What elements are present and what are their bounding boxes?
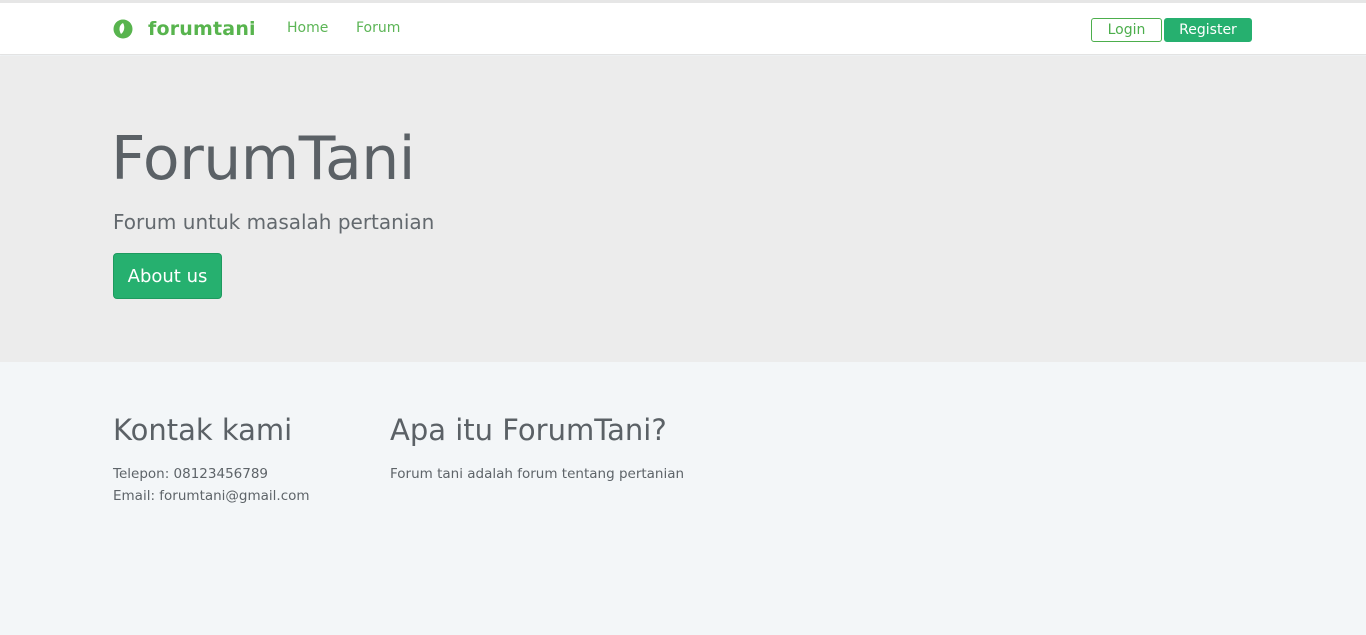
contact-email: Email: forumtani@gmail.com: [113, 488, 310, 504]
brand-name: forumtani: [148, 18, 256, 40]
contact-heading: Kontak kami: [113, 413, 293, 447]
nav-link-home[interactable]: Home: [287, 20, 328, 36]
navbar: forumtani Home Forum Login Register: [0, 3, 1366, 55]
contact-phone: Telepon: 08123456789: [113, 466, 269, 482]
about-us-button[interactable]: About us: [113, 253, 222, 299]
hero-title: ForumTani: [111, 124, 415, 194]
leaf-logo-icon: [113, 19, 133, 39]
about-section: Apa itu ForumTani? Forum tani adalah for…: [390, 413, 684, 485]
hero-subtitle: Forum untuk masalah pertanian: [113, 210, 435, 234]
login-button[interactable]: Login: [1091, 18, 1162, 42]
about-text: Forum tani adalah forum tentang pertania…: [390, 466, 685, 482]
brand-logo-link[interactable]: forumtani: [113, 16, 256, 42]
about-heading: Apa itu ForumTani?: [390, 413, 667, 447]
nav-link-forum[interactable]: Forum: [356, 20, 400, 36]
contact-section: Kontak kami Telepon: 08123456789 Email: …: [113, 413, 310, 507]
register-button[interactable]: Register: [1164, 18, 1252, 42]
hero-section: ForumTani Forum untuk masalah pertanian …: [0, 56, 1366, 362]
